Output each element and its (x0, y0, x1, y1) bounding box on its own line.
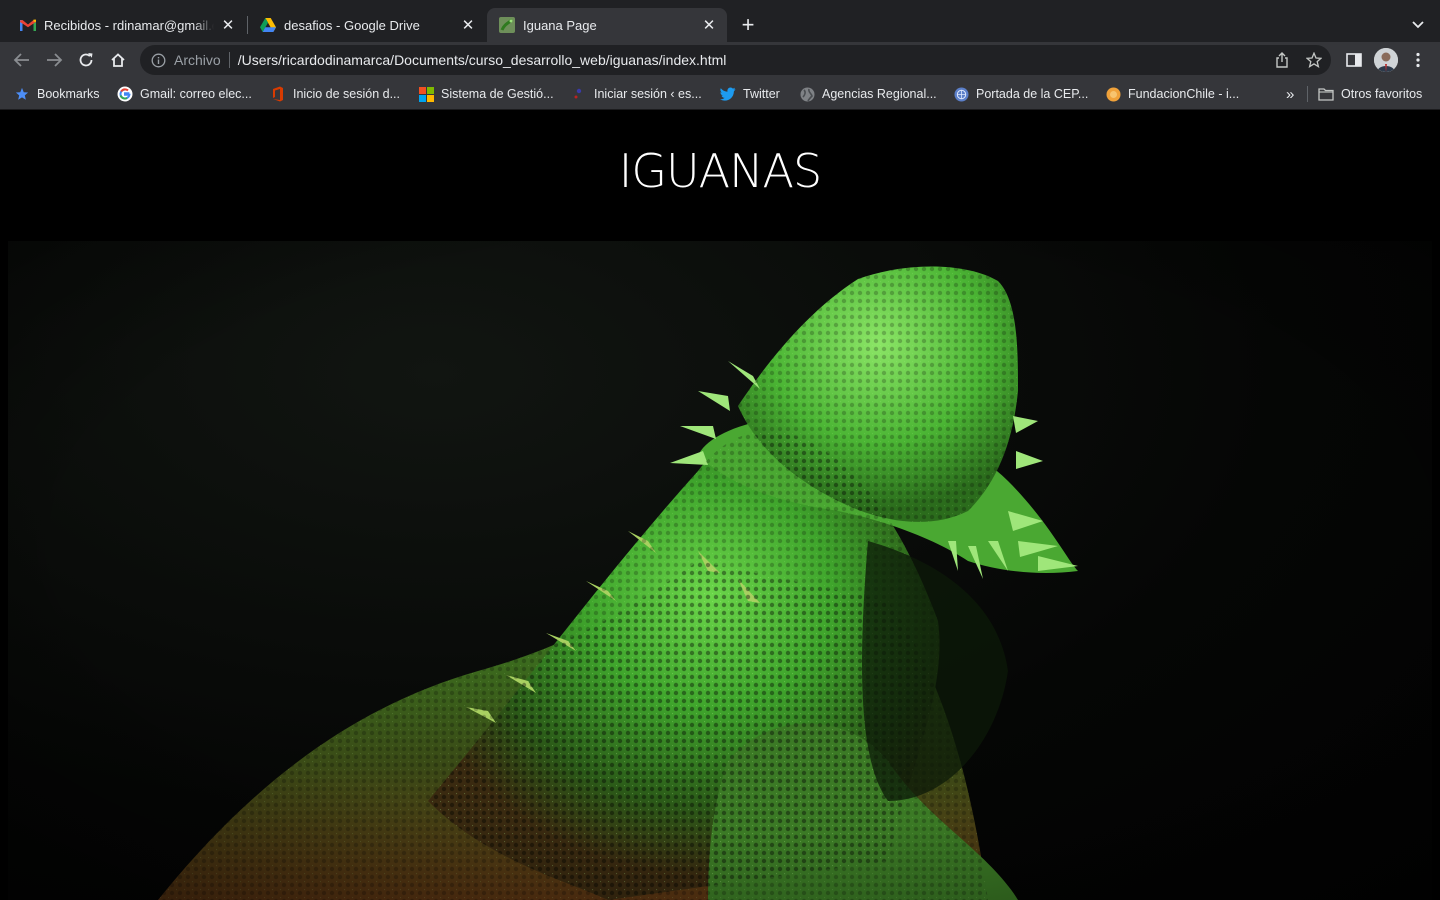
hero-image (8, 241, 1432, 900)
tab-google-drive[interactable]: desafios - Google Drive ✕ (248, 8, 486, 42)
globe-icon (799, 86, 815, 102)
office-icon (270, 86, 286, 102)
more-vert-icon (1416, 52, 1420, 68)
bookmark-label: Iniciar sesión ‹ es... (594, 87, 702, 101)
forward-button[interactable] (40, 46, 68, 74)
other-bookmarks-folder[interactable]: Otros favoritos (1318, 84, 1422, 104)
bookmark-item[interactable]: Gmail: correo elec... (117, 84, 252, 104)
bookmark-label: Portada de la CEP... (976, 87, 1089, 101)
tab-title: desafios - Google Drive (284, 17, 420, 33)
bookmark-item[interactable]: Inicio de sesión d... (270, 84, 400, 104)
tab-gmail[interactable]: Recibidos - rdinamar@gmail.com ✕ (8, 8, 246, 42)
bookmark-item[interactable]: Iniciar sesión ‹ es... (571, 84, 702, 104)
home-button[interactable] (104, 46, 132, 74)
close-icon[interactable]: ✕ (701, 17, 717, 33)
info-icon[interactable] (150, 52, 166, 68)
bookmark-item[interactable]: Sistema de Gestió... (418, 84, 554, 104)
toolbar: Archivo /Users/ricardodinamarca/Document… (0, 42, 1440, 78)
google-drive-icon (260, 17, 276, 33)
bookmark-label: Agencias Regional... (822, 87, 937, 101)
close-icon[interactable]: ✕ (220, 17, 236, 33)
profile-avatar[interactable] (1374, 48, 1398, 72)
folder-icon (1318, 86, 1334, 102)
google-icon (117, 86, 133, 102)
twitter-icon (720, 86, 736, 102)
bookmark-item[interactable]: Agencias Regional... (799, 84, 937, 104)
bookmark-item[interactable]: Bookmarks (14, 84, 100, 104)
bookmark-label: Bookmarks (37, 87, 100, 101)
omnibox-divider (228, 52, 230, 68)
tab-iguana-page[interactable]: Iguana Page ✕ (487, 8, 727, 42)
bookmark-item[interactable]: Twitter (720, 84, 780, 104)
wordpress-icon (571, 86, 587, 102)
un-icon (953, 86, 969, 102)
star-icon (14, 86, 30, 102)
reload-icon (79, 53, 93, 67)
tab-search-button[interactable] (1406, 14, 1430, 36)
close-icon[interactable]: ✕ (460, 17, 476, 33)
bookmark-label: Gmail: correo elec... (140, 87, 252, 101)
page-content: IGUANAS (0, 110, 1440, 900)
chevron-down-icon (1412, 21, 1424, 29)
bookmark-label: Twitter (743, 87, 780, 101)
bookmarks-bar: Bookmarks Gmail: correo elec... Inicio d… (0, 78, 1440, 110)
reload-button[interactable] (72, 46, 100, 74)
new-tab-button[interactable]: + (736, 12, 760, 37)
home-icon (111, 53, 125, 67)
iguana-favicon-icon (499, 17, 515, 33)
bookmark-label: Inicio de sesión d... (293, 87, 401, 101)
tab-title: Iguana Page (523, 17, 597, 33)
scheme-label: Archivo (174, 52, 221, 68)
back-button[interactable] (8, 46, 36, 74)
bookmark-label: FundacionChile - i... (1128, 87, 1240, 101)
bookmark-item[interactable]: Portada de la CEP... (953, 84, 1088, 104)
fundacion-icon (1105, 86, 1121, 102)
arrow-left-icon (13, 53, 29, 67)
side-panel-button[interactable] (1340, 46, 1368, 74)
bookmarks-divider (1307, 86, 1308, 102)
side-panel-icon (1346, 53, 1362, 67)
share-icon[interactable] (1273, 51, 1291, 69)
arrow-right-icon (47, 53, 63, 67)
bookmark-label: Sistema de Gestió... (441, 87, 554, 101)
bookmark-star-icon[interactable] (1305, 51, 1323, 69)
microsoft-icon (418, 86, 434, 102)
url-text[interactable]: /Users/ricardodinamarca/Documents/curso_… (238, 52, 727, 68)
iguana-photo (8, 241, 1432, 900)
bookmarks-overflow-button[interactable]: » (1286, 84, 1294, 104)
bookmark-label: Otros favoritos (1341, 87, 1423, 101)
gmail-icon (20, 17, 36, 33)
menu-button[interactable] (1404, 46, 1432, 74)
page-title: IGUANAS (618, 144, 822, 198)
tab-strip: Recibidos - rdinamar@gmail.com ✕ desafio… (0, 0, 1440, 42)
tab-title: Recibidos - rdinamar@gmail.com (44, 17, 214, 33)
address-bar[interactable]: Archivo /Users/ricardodinamarca/Document… (140, 45, 1331, 75)
bookmark-item[interactable]: FundacionChile - i... (1105, 84, 1239, 104)
